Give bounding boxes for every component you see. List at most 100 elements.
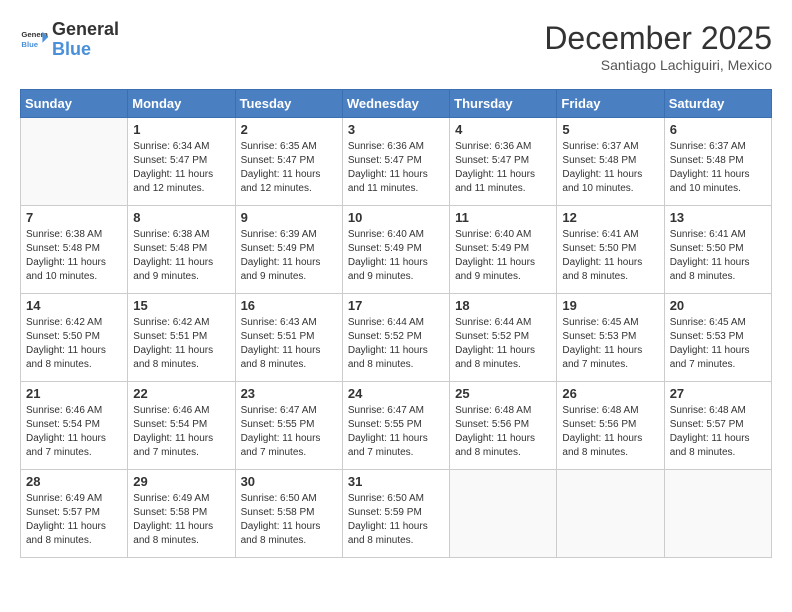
day-info: Sunrise: 6:47 AMSunset: 5:55 PMDaylight:… [241, 404, 337, 460]
day-number: 2 [241, 122, 337, 137]
day-number: 14 [26, 298, 122, 313]
calendar-cell: 6 Sunrise: 6:37 AMSunset: 5:48 PMDaylight… [664, 118, 771, 206]
day-info: Sunrise: 6:49 AMSunset: 5:58 PMDaylight:… [133, 492, 229, 548]
calendar-week-row: 7 Sunrise: 6:38 AMSunset: 5:48 PMDaylight… [21, 206, 772, 294]
calendar-cell: 25Sunrise: 6:48 AMSunset: 5:56 PMDayligh… [450, 382, 557, 470]
day-info: Sunrise: 6:38 AMSunset: 5:48 PMDaylight:… [133, 228, 229, 284]
col-tuesday: Tuesday [235, 90, 342, 118]
day-number: 28 [26, 474, 122, 489]
calendar-cell: 31Sunrise: 6:50 AMSunset: 5:59 PMDayligh… [342, 470, 449, 558]
calendar-cell: 29 Sunrise: 6:49 AMSunset: 5:58 PMDayligh… [128, 470, 235, 558]
day-info: Sunrise: 6:40 AMSunset: 5:49 PMDaylight:… [455, 228, 551, 284]
day-number: 13 [670, 210, 766, 225]
day-number: 9 [241, 210, 337, 225]
calendar-cell: 2Sunrise: 6:35 AMSunset: 5:47 PMDaylight… [235, 118, 342, 206]
logo: General Blue General Blue [20, 20, 119, 60]
day-info: Sunrise: 6:43 AMSunset: 5:51 PMDaylight:… [241, 316, 337, 372]
day-info: Sunrise: 6:44 AMSunset: 5:52 PMDaylight:… [348, 316, 444, 372]
calendar-cell: 3 Sunrise: 6:36 AMSunset: 5:47 PMDaylight… [342, 118, 449, 206]
day-number: 16 [241, 298, 337, 313]
day-number: 12 [562, 210, 658, 225]
day-number: 24 [348, 386, 444, 401]
calendar-week-row: 14 Sunrise: 6:42 AMSunset: 5:50 PMDayligh… [21, 294, 772, 382]
day-number: 20 [670, 298, 766, 313]
day-number: 30 [241, 474, 337, 489]
day-info: Sunrise: 6:36 AMSunset: 5:47 PMDaylight:… [455, 140, 551, 196]
calendar-cell: 16 Sunrise: 6:43 AMSunset: 5:51 PMDayligh… [235, 294, 342, 382]
calendar-cell [557, 470, 664, 558]
col-friday: Friday [557, 90, 664, 118]
day-number: 3 [348, 122, 444, 137]
day-info: Sunrise: 6:39 AMSunset: 5:49 PMDaylight:… [241, 228, 337, 284]
calendar-cell [21, 118, 128, 206]
day-info: Sunrise: 6:45 AMSunset: 5:53 PMDaylight:… [562, 316, 658, 372]
calendar-cell: 21Sunrise: 6:46 AMSunset: 5:54 PMDayligh… [21, 382, 128, 470]
day-number: 10 [348, 210, 444, 225]
calendar-cell: 13 Sunrise: 6:41 AMSunset: 5:50 PMDayligh… [664, 206, 771, 294]
calendar-cell: 20 Sunrise: 6:45 AMSunset: 5:53 PMDayligh… [664, 294, 771, 382]
page-header: General Blue General Blue December 2025 … [20, 20, 772, 73]
day-number: 22 [133, 386, 229, 401]
calendar-cell: 28 Sunrise: 6:49 AMSunset: 5:57 PMDayligh… [21, 470, 128, 558]
day-info: Sunrise: 6:40 AMSunset: 5:49 PMDaylight:… [348, 228, 444, 284]
day-number: 27 [670, 386, 766, 401]
calendar-table: Sunday Monday Tuesday Wednesday Thursday… [20, 89, 772, 558]
calendar-cell: 11 Sunrise: 6:40 AMSunset: 5:49 PMDayligh… [450, 206, 557, 294]
day-number: 4 [455, 122, 551, 137]
calendar-cell: 9 Sunrise: 6:39 AMSunset: 5:49 PMDaylight… [235, 206, 342, 294]
calendar-cell: 19 Sunrise: 6:45 AMSunset: 5:53 PMDayligh… [557, 294, 664, 382]
day-number: 26 [562, 386, 658, 401]
day-number: 29 [133, 474, 229, 489]
day-number: 18 [455, 298, 551, 313]
day-number: 11 [455, 210, 551, 225]
day-number: 15 [133, 298, 229, 313]
day-info: Sunrise: 6:37 AMSunset: 5:48 PMDaylight:… [562, 140, 658, 196]
day-info: Sunrise: 6:41 AMSunset: 5:50 PMDaylight:… [670, 228, 766, 284]
day-number: 6 [670, 122, 766, 137]
calendar-cell: 7Sunrise: 6:38 AMSunset: 5:48 PMDaylight… [21, 206, 128, 294]
logo-icon: General Blue [20, 26, 48, 54]
calendar-cell: 10 Sunrise: 6:40 AMSunset: 5:49 PMDayligh… [342, 206, 449, 294]
location: Santiago Lachiguiri, Mexico [544, 57, 772, 73]
calendar-cell: 5 Sunrise: 6:37 AMSunset: 5:48 PMDaylight… [557, 118, 664, 206]
calendar-cell: 30 Sunrise: 6:50 AMSunset: 5:58 PMDayligh… [235, 470, 342, 558]
day-info: Sunrise: 6:45 AMSunset: 5:53 PMDaylight:… [670, 316, 766, 372]
calendar-cell: 8Sunrise: 6:38 AMSunset: 5:48 PMDaylight… [128, 206, 235, 294]
day-info: Sunrise: 6:48 AMSunset: 5:56 PMDaylight:… [455, 404, 551, 460]
day-number: 1 [133, 122, 229, 137]
calendar-cell: 15 Sunrise: 6:42 AMSunset: 5:51 PMDayligh… [128, 294, 235, 382]
day-info: Sunrise: 6:41 AMSunset: 5:50 PMDaylight:… [562, 228, 658, 284]
day-info: Sunrise: 6:47 AMSunset: 5:55 PMDaylight:… [348, 404, 444, 460]
day-number: 7 [26, 210, 122, 225]
day-info: Sunrise: 6:49 AMSunset: 5:57 PMDaylight:… [26, 492, 122, 548]
calendar-cell: 4 Sunrise: 6:36 AMSunset: 5:47 PMDaylight… [450, 118, 557, 206]
col-thursday: Thursday [450, 90, 557, 118]
day-number: 17 [348, 298, 444, 313]
day-info: Sunrise: 6:50 AMSunset: 5:58 PMDaylight:… [241, 492, 337, 548]
day-number: 19 [562, 298, 658, 313]
calendar-cell: 17 Sunrise: 6:44 AMSunset: 5:52 PMDayligh… [342, 294, 449, 382]
col-saturday: Saturday [664, 90, 771, 118]
calendar-cell [450, 470, 557, 558]
col-monday: Monday [128, 90, 235, 118]
logo-text: General Blue [52, 20, 119, 60]
col-sunday: Sunday [21, 90, 128, 118]
day-info: Sunrise: 6:42 AMSunset: 5:51 PMDaylight:… [133, 316, 229, 372]
day-info: Sunrise: 6:48 AMSunset: 5:56 PMDaylight:… [562, 404, 658, 460]
day-info: Sunrise: 6:44 AMSunset: 5:52 PMDaylight:… [455, 316, 551, 372]
day-info: Sunrise: 6:42 AMSunset: 5:50 PMDaylight:… [26, 316, 122, 372]
calendar-cell [664, 470, 771, 558]
calendar-cell: 12 Sunrise: 6:41 AMSunset: 5:50 PMDayligh… [557, 206, 664, 294]
calendar-cell: 14 Sunrise: 6:42 AMSunset: 5:50 PMDayligh… [21, 294, 128, 382]
day-number: 23 [241, 386, 337, 401]
calendar-header-row: Sunday Monday Tuesday Wednesday Thursday… [21, 90, 772, 118]
day-number: 31 [348, 474, 444, 489]
calendar-cell: 26 Sunrise: 6:48 AMSunset: 5:56 PMDayligh… [557, 382, 664, 470]
day-number: 5 [562, 122, 658, 137]
col-wednesday: Wednesday [342, 90, 449, 118]
title-block: December 2025 Santiago Lachiguiri, Mexic… [544, 20, 772, 73]
day-info: Sunrise: 6:36 AMSunset: 5:47 PMDaylight:… [348, 140, 444, 196]
svg-text:Blue: Blue [21, 40, 38, 49]
day-info: Sunrise: 6:37 AMSunset: 5:48 PMDaylight:… [670, 140, 766, 196]
calendar-week-row: 21Sunrise: 6:46 AMSunset: 5:54 PMDayligh… [21, 382, 772, 470]
